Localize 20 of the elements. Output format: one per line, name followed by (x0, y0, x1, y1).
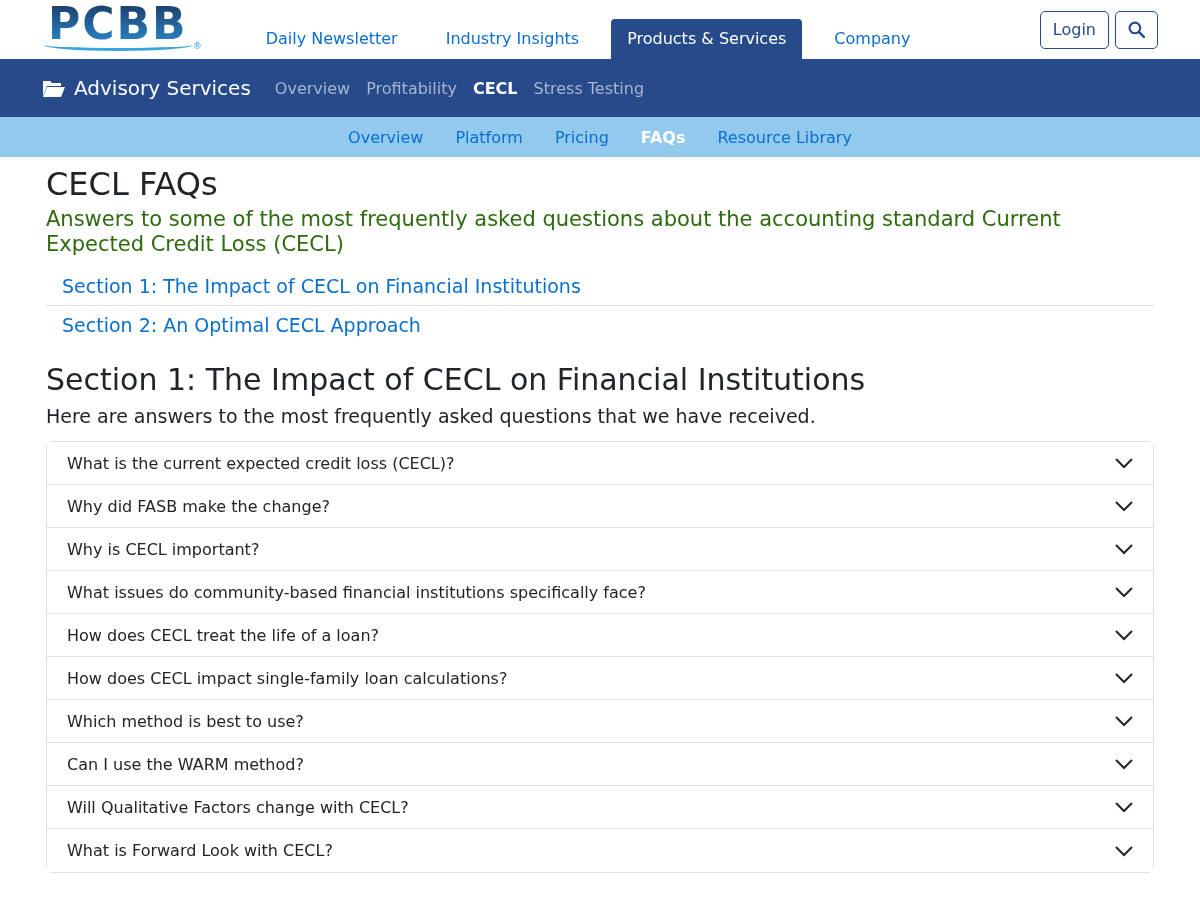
folder-icon (42, 78, 66, 98)
nav-tab[interactable]: Daily Newsletter (249, 19, 414, 59)
page-subtitle: Answers to some of the most frequently asked questions about the accounting standard Current Expected Credit Loss (CECL) (46, 207, 1062, 258)
nav-tab[interactable]: Products & Services (611, 19, 803, 59)
nav-tab[interactable]: Company (818, 19, 927, 59)
intro-text: Here are answers to the most frequently asked questions that we have received. (46, 405, 817, 428)
section-link[interactable]: CECL (472, 78, 518, 98)
section-heading: Section 1: The Impact of CECL on Financial Institutions (46, 362, 867, 398)
section-link[interactable]: Overview (274, 78, 351, 98)
nav-tab[interactable]: Industry Insights (429, 19, 596, 59)
search-button[interactable] (1115, 10, 1158, 49)
section-link[interactable]: Stress Testing (533, 78, 645, 98)
section-link[interactable]: Section 1: The Impact of CECL on Financial Institutions (46, 267, 1154, 307)
search-icon (1128, 21, 1145, 38)
faq-question[interactable]: What is the current expected credit loss (CECL)? (47, 442, 1153, 486)
login-button[interactable]: Login (1039, 10, 1109, 49)
section-link[interactable]: Profitability (366, 78, 457, 98)
section-title: Advisory Services (74, 76, 251, 100)
page-title: CECL FAQs (46, 165, 219, 203)
section-link[interactable]: Section 2: An Optimal CECL Approach (46, 306, 1154, 345)
